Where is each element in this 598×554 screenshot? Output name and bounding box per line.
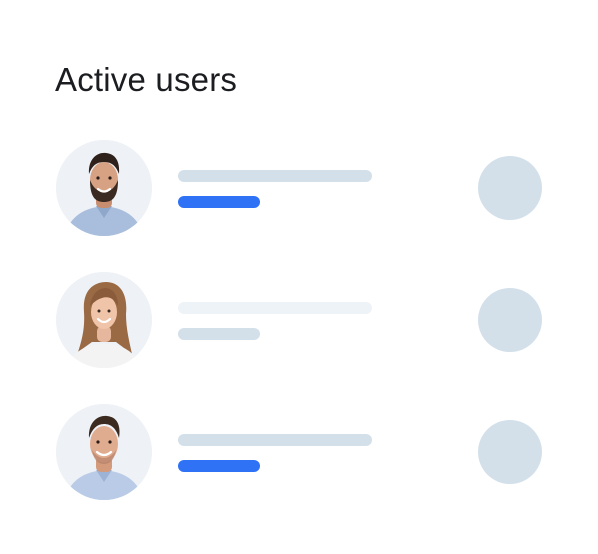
user-status-bar <box>178 196 260 208</box>
card-title: Active users <box>55 61 238 98</box>
user-row[interactable] <box>0 271 598 369</box>
user-status-bar <box>178 460 260 472</box>
user-action-button[interactable] <box>478 156 542 220</box>
user-row[interactable] <box>0 139 598 237</box>
user-name-placeholder-bar <box>178 434 372 446</box>
active-users-card: Active users <box>0 0 598 554</box>
avatar-woman-icon <box>56 272 152 368</box>
user-action-button[interactable] <box>478 420 542 484</box>
user-name-placeholder-bar <box>178 302 372 314</box>
user-name-placeholder-bar <box>178 170 372 182</box>
user-action-button[interactable] <box>478 288 542 352</box>
avatar-man-icon <box>56 404 152 500</box>
avatar-bearded-man-icon <box>56 140 152 236</box>
user-row[interactable] <box>0 403 598 501</box>
user-status-bar <box>178 328 260 340</box>
